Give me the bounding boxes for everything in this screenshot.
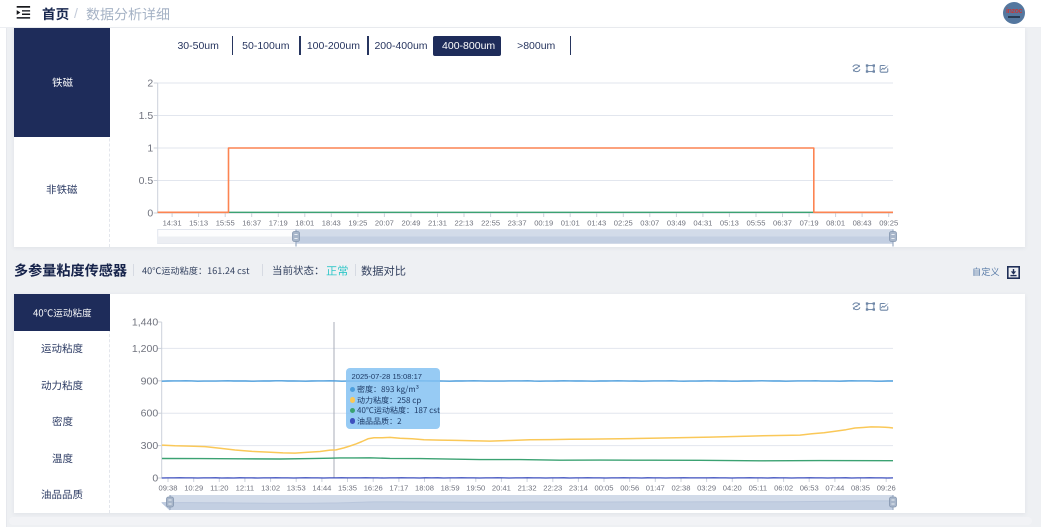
svg-text:03:49: 03:49 bbox=[667, 219, 686, 228]
svg-text:15:55: 15:55 bbox=[216, 219, 235, 228]
svg-text:05:11: 05:11 bbox=[749, 484, 767, 493]
svg-text:00:19: 00:19 bbox=[534, 219, 553, 228]
svg-text:03:07: 03:07 bbox=[640, 219, 659, 228]
svg-text:09:26: 09:26 bbox=[877, 484, 896, 493]
svg-text:20:07: 20:07 bbox=[375, 219, 394, 228]
svg-text:22:13: 22:13 bbox=[454, 219, 473, 228]
svg-text:02:25: 02:25 bbox=[614, 219, 633, 228]
svg-text:19:50: 19:50 bbox=[466, 484, 485, 493]
svg-text:06:53: 06:53 bbox=[800, 484, 819, 493]
svg-text:18:43: 18:43 bbox=[322, 219, 341, 228]
svg-text:07:44: 07:44 bbox=[825, 484, 844, 493]
svg-text:22:55: 22:55 bbox=[481, 219, 500, 228]
svg-text:16:26: 16:26 bbox=[364, 484, 383, 493]
svg-text:04:20: 04:20 bbox=[723, 484, 742, 493]
svg-text:00:56: 00:56 bbox=[620, 484, 639, 493]
svg-text:23:14: 23:14 bbox=[569, 484, 588, 493]
svg-text:03:29: 03:29 bbox=[697, 484, 716, 493]
svg-text:08:43: 08:43 bbox=[853, 219, 872, 228]
svg-text:11:20: 11:20 bbox=[210, 484, 228, 493]
svg-text:13:02: 13:02 bbox=[261, 484, 280, 493]
svg-text:20:41: 20:41 bbox=[492, 484, 511, 493]
svg-text:0: 0 bbox=[147, 208, 153, 220]
svg-text:600: 600 bbox=[141, 408, 159, 420]
svg-text:21:31: 21:31 bbox=[428, 219, 447, 228]
svg-text:00:05: 00:05 bbox=[594, 484, 613, 493]
svg-text:18:01: 18:01 bbox=[295, 219, 314, 228]
svg-text:0.5: 0.5 bbox=[139, 175, 154, 187]
svg-text:17:19: 17:19 bbox=[269, 219, 288, 228]
svg-text:16:37: 16:37 bbox=[242, 219, 261, 228]
svg-text:01:47: 01:47 bbox=[646, 484, 665, 493]
svg-text:15:13: 15:13 bbox=[189, 219, 208, 228]
svg-text:0: 0 bbox=[152, 473, 158, 485]
svg-text:09:25: 09:25 bbox=[879, 219, 898, 228]
svg-text:20:49: 20:49 bbox=[401, 219, 420, 228]
svg-text:09:38: 09:38 bbox=[158, 484, 177, 493]
svg-text:18:59: 18:59 bbox=[441, 484, 460, 493]
svg-text:06:37: 06:37 bbox=[773, 219, 792, 228]
svg-text:23:37: 23:37 bbox=[508, 219, 527, 228]
svg-text:1,200: 1,200 bbox=[132, 343, 158, 355]
svg-text:02:38: 02:38 bbox=[671, 484, 690, 493]
svg-text:1,440: 1,440 bbox=[132, 317, 158, 329]
svg-text:1: 1 bbox=[147, 143, 153, 155]
svg-text:10:29: 10:29 bbox=[184, 484, 203, 493]
svg-text:05:55: 05:55 bbox=[746, 219, 765, 228]
svg-text:18:08: 18:08 bbox=[415, 484, 434, 493]
svg-text:14:31: 14:31 bbox=[163, 219, 182, 228]
svg-text:07:19: 07:19 bbox=[800, 219, 819, 228]
svg-text:01:43: 01:43 bbox=[587, 219, 606, 228]
svg-text:13:53: 13:53 bbox=[287, 484, 306, 493]
svg-text:1.5: 1.5 bbox=[139, 110, 154, 122]
svg-text:2: 2 bbox=[147, 78, 153, 90]
svg-text:08:01: 08:01 bbox=[826, 219, 845, 228]
svg-text:300: 300 bbox=[141, 440, 159, 452]
svg-text:14:44: 14:44 bbox=[312, 484, 331, 493]
svg-text:19:25: 19:25 bbox=[348, 219, 367, 228]
svg-text:08:35: 08:35 bbox=[851, 484, 870, 493]
svg-text:12:11: 12:11 bbox=[236, 484, 254, 493]
svg-text:21:32: 21:32 bbox=[518, 484, 537, 493]
svg-text:04:31: 04:31 bbox=[693, 219, 712, 228]
svg-text:17:17: 17:17 bbox=[389, 484, 408, 493]
svg-text:05:13: 05:13 bbox=[720, 219, 739, 228]
svg-text:06:02: 06:02 bbox=[774, 484, 793, 493]
svg-text:22:23: 22:23 bbox=[543, 484, 562, 493]
svg-text:01:01: 01:01 bbox=[561, 219, 580, 228]
svg-text:15:35: 15:35 bbox=[338, 484, 357, 493]
svg-text:900: 900 bbox=[141, 375, 159, 387]
